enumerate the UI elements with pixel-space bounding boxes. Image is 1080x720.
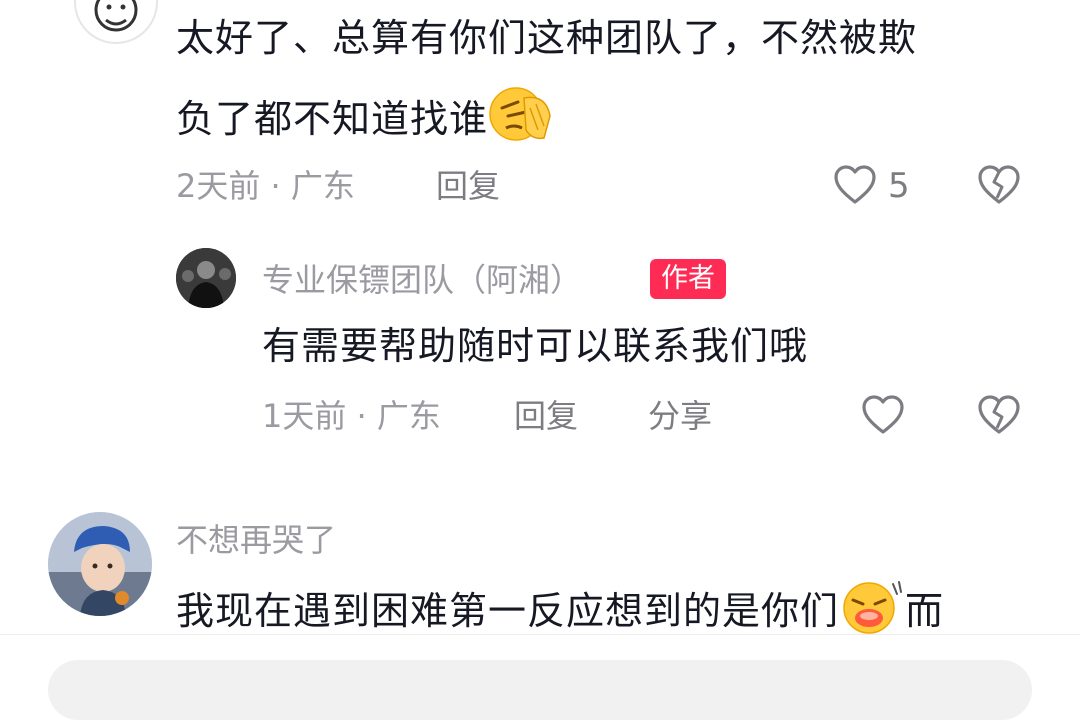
comment-input-bar[interactable]: [48, 660, 1032, 720]
comment-text-line2-content: 负了都不知道找谁: [176, 97, 489, 141]
like-button[interactable]: [832, 162, 878, 212]
reply-reply-button[interactable]: 回复: [514, 396, 578, 436]
heart-outline-icon: [862, 395, 904, 434]
comment-text-content: 我现在遇到困难第一反应想到的是你们: [176, 589, 840, 633]
dislike-button[interactable]: [976, 162, 1022, 212]
share-button[interactable]: 分享: [648, 396, 712, 436]
reply-time: 1天前: [262, 397, 347, 435]
reply-button[interactable]: 回复: [436, 166, 500, 206]
comment-text-line2: 负了都不知道找谁: [176, 86, 560, 157]
meta-dot: ·: [356, 397, 377, 435]
comment-text: 我现在遇到困难第一反应想到的是你们 而: [176, 578, 944, 649]
heart-outline-icon: [834, 165, 876, 204]
facepalm-emoji: [488, 86, 560, 157]
crying-face-emoji: [839, 578, 905, 649]
author-avatar[interactable]: [176, 248, 236, 308]
reply-dislike-button[interactable]: [976, 392, 1022, 442]
meta-dot: ·: [270, 167, 291, 205]
reply-meta: 1天前 · 广东: [262, 396, 441, 436]
divider: [0, 634, 1080, 635]
commenter-avatar[interactable]: [74, 0, 158, 44]
comment-text-line1: 太好了、总算有你们这种团队了，不然被欺: [176, 16, 918, 60]
commenter-username[interactable]: 不想再哭了: [176, 520, 336, 560]
comment-location: 广东: [290, 167, 355, 205]
broken-heart-icon: [978, 395, 1020, 434]
author-badge: 作者: [650, 259, 726, 299]
like-count: 5: [888, 166, 910, 206]
reply-username[interactable]: 专业保镖团队（阿湘）: [262, 260, 582, 300]
comment-text-tail: 而: [905, 589, 945, 633]
broken-heart-icon: [978, 165, 1020, 204]
reply-text: 有需要帮助随时可以联系我们哦: [262, 324, 809, 368]
commenter-avatar[interactable]: [48, 512, 152, 616]
comment-meta: 2天前 · 广东: [176, 166, 355, 206]
comment-time: 2天前: [176, 167, 261, 205]
reply-like-button[interactable]: [860, 392, 906, 442]
reply-location: 广东: [376, 397, 441, 435]
